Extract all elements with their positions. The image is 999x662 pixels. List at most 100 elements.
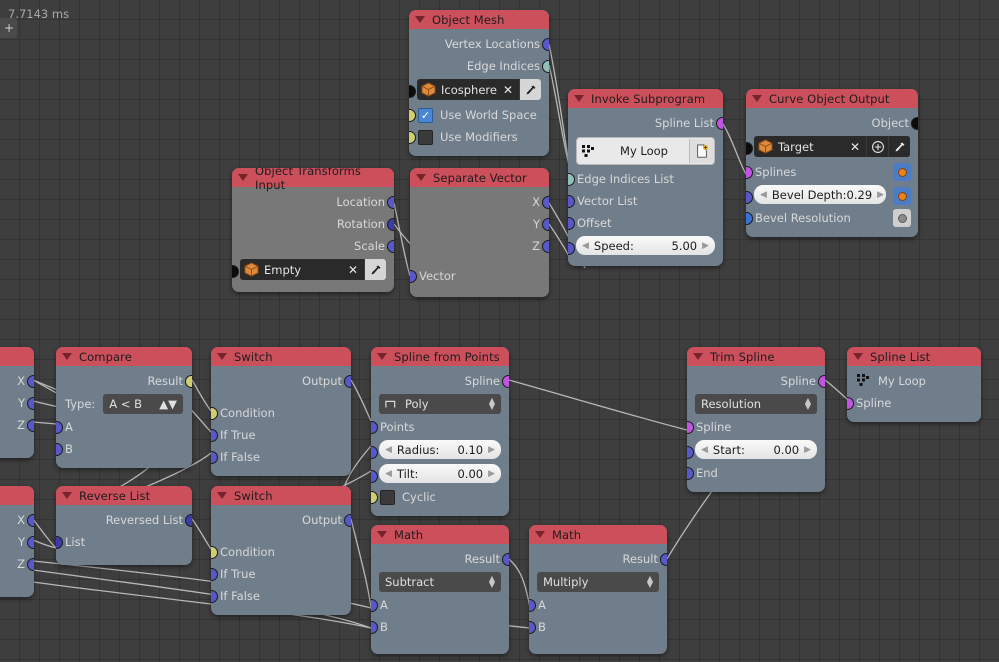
collapse-triangle-icon[interactable] [853, 353, 863, 360]
socket-spline-out[interactable] [818, 375, 825, 388]
socket-rotation[interactable] [387, 218, 394, 231]
collapse-triangle-icon[interactable] [535, 531, 545, 538]
input-socket-row[interactable]: Spline [847, 392, 981, 414]
socket-radius[interactable] [371, 446, 378, 459]
socket-bevel-depth[interactable] [746, 191, 753, 204]
object-selector-empty[interactable]: Empty ✕ [240, 259, 386, 280]
output-socket-row[interactable]: Result [56, 370, 192, 392]
chevron-updown-icon[interactable]: ▲▼ [489, 397, 495, 411]
input-socket-row[interactable]: A [371, 594, 509, 616]
socket-speed[interactable] [568, 242, 575, 255]
node-math-subtract[interactable]: Math Result Subtract ▲ ▼ A B [371, 525, 509, 654]
socket-bevel-resolution[interactable] [746, 212, 753, 225]
output-socket-row[interactable]: X [0, 509, 34, 531]
collapse-triangle-icon[interactable] [416, 174, 426, 181]
collapse-triangle-icon[interactable] [62, 492, 72, 499]
plus-icon[interactable]: + [0, 18, 17, 38]
slider-tilt[interactable]: ◀ Tilt: 0.00 ▶ [379, 464, 501, 483]
collapse-triangle-icon[interactable] [217, 492, 227, 499]
checkbox-box[interactable] [418, 129, 433, 145]
socket-end[interactable] [687, 467, 694, 480]
node-header[interactable]: Invoke Subprogram [568, 89, 723, 108]
checkbox-use-modifiers[interactable]: Use Modifiers [409, 126, 549, 148]
socket-vertex-locations[interactable] [542, 38, 549, 51]
output-socket-row[interactable]: Y [0, 392, 34, 414]
slider-speed[interactable]: ◀ Speed: 5.00 ▶ [576, 236, 715, 255]
socket-result[interactable] [502, 553, 509, 566]
socket-y[interactable] [27, 536, 34, 549]
socket-spline[interactable] [847, 397, 854, 410]
socket-output[interactable] [344, 514, 351, 527]
socket-start[interactable] [687, 446, 694, 459]
socket-cyclic[interactable] [371, 491, 378, 504]
input-socket-row[interactable]: B [371, 616, 509, 638]
chevron-updown-icon[interactable]: ▲▼ [159, 397, 177, 411]
clear-icon[interactable]: ✕ [844, 140, 866, 154]
socket-x[interactable] [542, 196, 549, 209]
socket-x[interactable] [27, 375, 34, 388]
slider-radius[interactable]: ◀ Radius: 0.10 ▶ [379, 440, 501, 459]
node-header[interactable]: Math [529, 525, 667, 544]
socket-if-true[interactable] [211, 429, 218, 442]
socket-if-true[interactable] [211, 568, 218, 581]
node-partial-left-bottom[interactable]: X Y Z [0, 486, 34, 597]
node-spline-list[interactable]: Spline List My Loop Spline [847, 347, 981, 422]
output-socket-row[interactable]: Y [410, 213, 549, 235]
output-socket-row[interactable]: Output [211, 370, 351, 392]
socket-x[interactable] [27, 514, 34, 527]
chevron-left-icon[interactable]: ◀ [385, 445, 392, 455]
input-socket-row[interactable]: List [56, 531, 192, 553]
node-trim-spline[interactable]: Trim Spline Spline Resolution ▲ ▼ Spline … [687, 347, 825, 492]
collapse-triangle-icon[interactable] [415, 16, 425, 23]
socket-b[interactable] [56, 443, 63, 456]
bevel-depth-toggle-button[interactable] [893, 187, 911, 205]
collapse-triangle-icon[interactable] [217, 353, 227, 360]
socket-object-in[interactable] [232, 265, 239, 278]
collapse-triangle-icon[interactable] [574, 95, 584, 102]
socket-tilt[interactable] [371, 470, 378, 483]
node-object-mesh[interactable]: Object Mesh Vertex Locations Edge Indice… [409, 10, 549, 156]
output-socket-row[interactable]: Z [410, 235, 549, 257]
node-header[interactable]: Object Mesh [409, 10, 549, 29]
node-header[interactable]: Trim Spline [687, 347, 825, 366]
node-header[interactable]: Switch [211, 347, 351, 366]
collapse-triangle-icon[interactable] [238, 174, 248, 181]
socket-location[interactable] [387, 196, 394, 209]
collapse-triangle-icon[interactable] [377, 531, 387, 538]
input-socket-row[interactable]: Vector [410, 265, 549, 287]
input-socket-row[interactable]: Offset [568, 212, 723, 234]
node-switch-bottom[interactable]: Switch Output Condition If True If False [211, 486, 351, 615]
socket-z[interactable] [27, 419, 34, 432]
node-header[interactable]: Object Transforms Input [232, 168, 394, 192]
eyedropper-icon[interactable] [519, 79, 541, 100]
input-socket-row-splines[interactable]: Splines [746, 161, 918, 183]
chevron-updown-icon[interactable]: ▲▼ [647, 575, 653, 589]
output-socket-row[interactable]: Y [0, 531, 34, 553]
socket-z[interactable] [27, 558, 34, 571]
output-socket-row[interactable]: Reversed List [56, 509, 192, 531]
input-socket-row[interactable]: If True [211, 424, 351, 446]
input-socket-row[interactable]: Spline [687, 416, 825, 438]
socket-list[interactable] [56, 536, 63, 549]
input-socket-row[interactable]: Condition [211, 541, 351, 563]
input-socket-row[interactable]: End [687, 462, 825, 484]
splines-toggle-button[interactable] [893, 163, 911, 181]
socket-a[interactable] [529, 599, 536, 612]
input-socket-row[interactable]: If False [211, 585, 351, 607]
input-socket-row[interactable]: If False [211, 446, 351, 468]
input-socket-row[interactable]: A [56, 416, 192, 438]
output-socket-row[interactable]: Output [211, 509, 351, 531]
node-compare[interactable]: Compare Result Type: A < B ▲▼ A B [56, 347, 192, 468]
output-socket-row[interactable]: Rotation [232, 213, 394, 235]
socket-output[interactable] [344, 375, 351, 388]
bevel-resolution-toggle-button[interactable] [893, 209, 911, 227]
output-socket-row[interactable]: Spline [687, 370, 825, 392]
new-file-icon[interactable] [689, 139, 714, 163]
node-header[interactable]: Spline from Points [371, 347, 509, 366]
checkbox-use-world-space[interactable]: ✓ Use World Space [409, 104, 549, 126]
object-selector-icosphere[interactable]: Icosphere ✕ [417, 79, 541, 100]
node-spline-from-points[interactable]: Spline from Points Spline Poly ▲ ▼ Points [371, 347, 509, 516]
collapse-triangle-icon[interactable] [693, 353, 703, 360]
eyedropper-icon[interactable] [888, 136, 910, 157]
eyedropper-icon[interactable] [364, 259, 386, 280]
